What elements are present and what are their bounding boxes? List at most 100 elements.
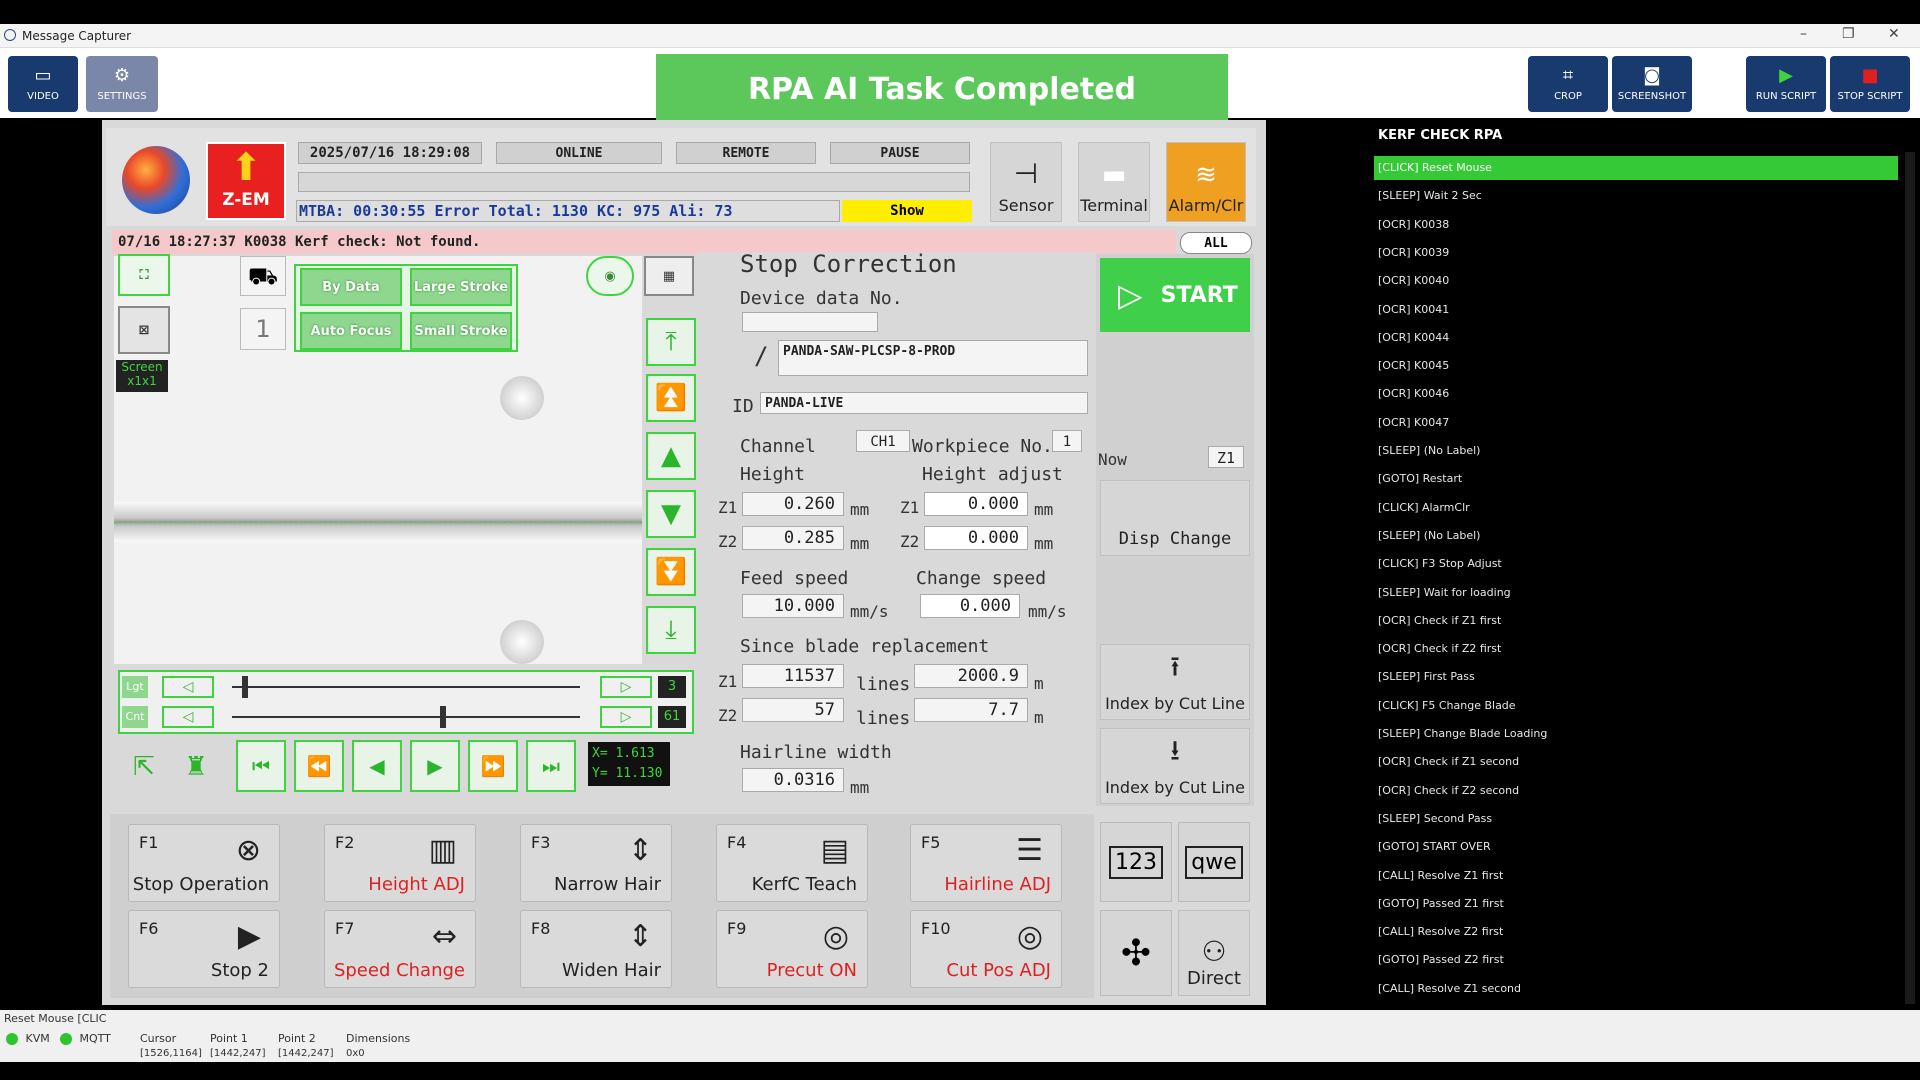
cursor-tool-icon[interactable]: ⇱ [122,742,166,792]
rpa-step-item[interactable]: [CLICK] AlarmClr [1374,496,1898,520]
light-increase-button[interactable]: ▷ [600,676,652,698]
run-script-button[interactable]: ▶ RUN SCRIPT [1746,56,1826,112]
rpa-step-item[interactable]: [OCR] K0047 [1374,411,1898,435]
move-fast-up-button[interactable]: ⏫ [646,374,696,422]
play-button[interactable]: ▶ [410,740,460,792]
camera-mode-icon[interactable]: ⛟ [240,256,286,296]
last-button[interactable]: ⏭ [526,740,576,792]
rpa-step-item[interactable]: [SLEEP] (No Label) [1374,439,1898,463]
rpa-step-item[interactable]: [CLICK] F3 Stop Adjust [1374,552,1898,576]
rpa-step-item[interactable]: [CALL] Resolve Z2 first [1374,920,1898,944]
index-number[interactable]: 1 [240,308,286,350]
fast-forward-button[interactable]: ⏩ [468,740,518,792]
contrast-slider-thumb[interactable] [440,706,446,728]
index-down-button[interactable]: ⭳ Index by Cut Line [1100,728,1250,804]
function-key-f2[interactable]: F2 ▥ Height ADJ [324,824,476,902]
height-adjust-z2-field[interactable]: 0.000 [924,526,1028,550]
rpa-step-item[interactable]: [CLICK] F5 Change Blade [1374,694,1898,718]
keyboard-button[interactable]: qwe [1178,822,1250,902]
auto-focus-button[interactable]: Auto Focus [300,312,402,350]
contrast-decrease-button[interactable]: ◁ [162,706,214,728]
move-bottom-button[interactable]: ⤓ [646,606,696,654]
rpa-step-item[interactable]: [GOTO] Passed Z2 first [1374,948,1898,972]
numeric-keypad-button[interactable]: 123 [1100,822,1172,902]
rpa-step-item[interactable]: [GOTO] Passed Z1 first [1374,892,1898,916]
terminal-button[interactable]: ▬ Terminal [1078,142,1150,222]
move-up-button[interactable]: ▲ [646,432,696,480]
step-back-button[interactable]: ◀ [352,740,402,792]
rpa-scrollbar[interactable] [1905,152,1915,1004]
grid-frame-button[interactable]: ⊠ [118,306,170,354]
function-key-f4[interactable]: F4 ▤ KerfC Teach [716,824,868,902]
function-key-f1[interactable]: F1 ⊗ Stop Operation [128,824,280,902]
rpa-step-item[interactable]: [OCR] Check if Z2 second [1374,779,1898,803]
height-z1-field[interactable]: 0.260 [742,492,844,516]
robot-icon[interactable]: ♜ [172,742,220,792]
move-fast-down-button[interactable]: ⏬ [646,548,696,596]
rpa-step-item[interactable]: [OCR] K0038 [1374,213,1898,237]
rpa-step-item[interactable]: [OCR] Check if Z2 first [1374,637,1898,661]
channel-field[interactable]: CH1 [856,430,910,452]
video-button[interactable]: ▭ VIDEO [8,56,78,112]
function-key-f10[interactable]: F10 ◎ Cut Pos ADJ [910,910,1062,988]
hairline-width-field[interactable]: 0.0316 [742,768,844,792]
contrast-slider[interactable] [232,716,580,718]
rpa-step-item[interactable]: [GOTO] Restart [1374,467,1898,491]
by-data-button[interactable]: By Data [300,268,402,306]
rpa-step-item[interactable]: [SLEEP] Wait for loading [1374,581,1898,605]
rpa-step-item[interactable]: [SLEEP] Wait 2 Sec [1374,184,1898,208]
stop-script-button[interactable]: ■ STOP SCRIPT [1830,56,1910,112]
contrast-increase-button[interactable]: ▷ [600,706,652,728]
rpa-step-item[interactable]: [CLICK] Reset Mouse [1374,156,1898,180]
minimize-button[interactable]: – [1800,26,1807,42]
rewind-button[interactable]: ⏪ [294,740,344,792]
rpa-step-item[interactable]: [OCR] Check if Z1 second [1374,750,1898,774]
rpa-step-item[interactable]: [CALL] Resolve Z1 first [1374,864,1898,888]
zem-logo[interactable]: ⬆ Z-EM [206,142,286,220]
rpa-step-item[interactable]: [OCR] K0040 [1374,269,1898,293]
feed-speed-field[interactable]: 10.000 [742,594,844,618]
large-stroke-button[interactable]: Large Stroke [410,268,512,306]
rpa-step-item[interactable]: [SLEEP] Second Pass [1374,807,1898,831]
rpa-step-item[interactable]: [OCR] K0046 [1374,382,1898,406]
rpa-step-item[interactable]: [SLEEP] Change Blade Loading [1374,722,1898,746]
function-key-f5[interactable]: F5 ☰ Hairline ADJ [910,824,1062,902]
height-z2-field[interactable]: 0.285 [742,526,844,550]
function-key-f6[interactable]: F6 ▶ Stop 2 [128,910,280,988]
screenshot-button[interactable]: ◙ SCREENSHOT [1612,56,1692,112]
device-data-number-field[interactable] [742,312,878,332]
settings-button[interactable]: ⚙ SETTINGS [86,56,158,112]
restore-button[interactable]: ❐ [1842,26,1855,42]
first-button[interactable]: ⏮ [236,740,286,792]
disp-change-button[interactable]: Disp Change [1100,480,1250,556]
change-speed-field[interactable]: 0.000 [920,594,1020,618]
rpa-step-item[interactable]: [GOTO] START OVER [1374,835,1898,859]
joystick-button[interactable]: ✣ [1100,910,1172,996]
move-down-button[interactable]: ▼ [646,490,696,538]
rpa-step-item[interactable]: [OCR] K0039 [1374,241,1898,265]
index-up-button[interactable]: ⭱ Index by Cut Line [1100,644,1250,720]
rpa-step-item[interactable]: [OCR] K0044 [1374,326,1898,350]
function-key-f7[interactable]: F7 ⇔ Speed Change [324,910,476,988]
capture-button[interactable]: ◉ [586,256,634,296]
alarm-clear-button[interactable]: ≋ Alarm/Clr [1166,142,1246,222]
device-data-name-field[interactable]: PANDA-SAW-PLCSP-8-PROD [778,340,1088,376]
rpa-step-item[interactable]: [OCR] K0045 [1374,354,1898,378]
grid-toggle-button[interactable]: ▦ [644,256,694,296]
sensor-button[interactable]: ⊣ Sensor [990,142,1062,222]
function-key-f9[interactable]: F9 ◎ Precut ON [716,910,868,988]
rpa-step-item[interactable]: [OCR] Check if Z1 first [1374,609,1898,633]
rpa-step-item[interactable]: [CALL] Resolve Z1 second [1374,977,1898,1001]
function-key-f8[interactable]: F8 ⇕ Widen Hair [520,910,672,988]
close-button[interactable]: ✕ [1888,26,1900,42]
move-top-button[interactable]: ⤒ [646,318,696,366]
light-decrease-button[interactable]: ◁ [162,676,214,698]
small-stroke-button[interactable]: Small Stroke [410,312,512,350]
rpa-step-item[interactable]: [OCR] K0041 [1374,298,1898,322]
function-key-f3[interactable]: F3 ⇕ Narrow Hair [520,824,672,902]
rpa-step-item[interactable]: [SLEEP] (No Label) [1374,524,1898,548]
direct-button[interactable]: ⚇ Direct [1178,910,1250,996]
light-slider[interactable] [232,686,580,688]
show-button[interactable]: Show [842,200,972,222]
frame-select-button[interactable]: ⛶ [118,254,170,296]
